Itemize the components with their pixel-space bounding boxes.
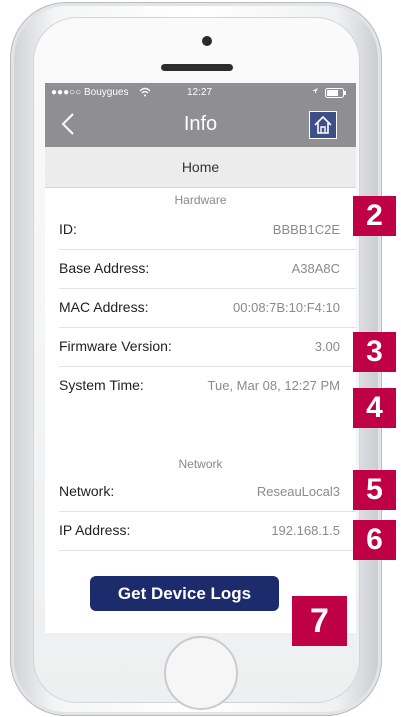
- row-label: IP Address:: [59, 522, 131, 538]
- row-label: System Time:: [59, 377, 144, 393]
- breadcrumb: Home: [45, 147, 356, 188]
- row-label: Firmware Version:: [59, 338, 172, 354]
- row-label: Base Address:: [59, 260, 150, 276]
- wifi-icon: [139, 87, 151, 100]
- row-value: A38A8C: [291, 261, 340, 276]
- camera: [202, 36, 212, 46]
- row-value: BBBB1C2E: [272, 222, 340, 237]
- row-label: MAC Address:: [59, 299, 149, 315]
- callout-badge: 7: [292, 596, 347, 646]
- callout-badge: 4: [353, 388, 396, 428]
- row-label: ID:: [59, 221, 77, 237]
- hardware-section-header: Hardware: [174, 193, 227, 207]
- home-button[interactable]: [164, 636, 238, 710]
- info-row-system-time: System Time: Tue, Mar 08, 12:27 PM: [59, 366, 356, 405]
- location-icon: [311, 87, 319, 98]
- callout-badge: 5: [353, 470, 396, 510]
- get-device-logs-button[interactable]: Get Device Logs: [90, 576, 279, 611]
- battery-icon: [325, 88, 347, 101]
- row-label: Network:: [59, 483, 115, 499]
- row-value: 00:08:7B:10:F4:10: [233, 300, 340, 315]
- app-screen: ●●●○○ Bouygues 12:27 Info Home Hardware …: [45, 83, 356, 633]
- info-row-mac-address: MAC Address: 00:08:7B:10:F4:10: [59, 288, 356, 328]
- navigation-bar: Info: [45, 103, 356, 147]
- row-value: Tue, Mar 08, 12:27 PM: [207, 378, 340, 393]
- info-row-firmware-version: Firmware Version: 3.00: [59, 327, 356, 367]
- callout-badge: 2: [353, 196, 396, 236]
- status-bar: ●●●○○ Bouygues 12:27: [45, 83, 356, 103]
- clock: 12:27: [187, 87, 213, 98]
- callout-badge: 6: [353, 520, 396, 560]
- row-value: 3.00: [314, 339, 340, 354]
- info-row-network: Network: ReseauLocal3: [59, 472, 356, 512]
- network-section-header: Network: [178, 457, 223, 471]
- row-value: 192.168.1.5: [271, 523, 340, 538]
- info-row-base-address: Base Address: A38A8C: [59, 249, 356, 289]
- home-icon[interactable]: [309, 111, 337, 139]
- carrier-label: ●●●○○ Bouygues: [51, 87, 129, 98]
- row-value: ReseauLocal3: [256, 484, 340, 499]
- info-row-ip-address: IP Address: 192.168.1.5: [59, 511, 356, 551]
- speaker: [161, 64, 233, 71]
- info-row-id: ID: BBBB1C2E: [59, 210, 356, 250]
- callout-badge: 3: [353, 332, 396, 372]
